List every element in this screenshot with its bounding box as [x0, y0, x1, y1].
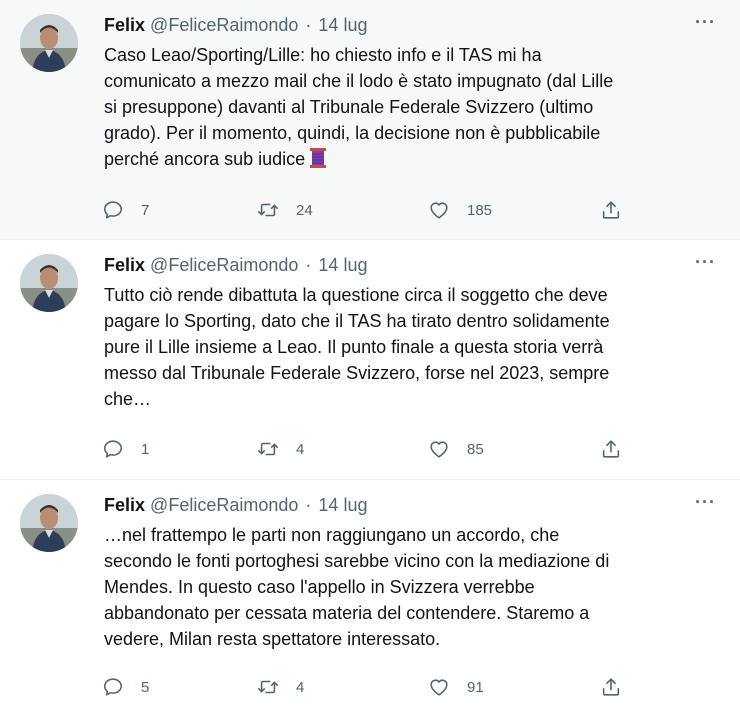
separator: ·	[305, 15, 312, 35]
author-handle[interactable]: @FeliceRaimondo	[150, 255, 298, 275]
heart-icon	[430, 441, 448, 458]
like-button[interactable]: 91	[428, 673, 484, 701]
like-count: 91	[467, 678, 484, 696]
tweet-text: Tutto ciò rende dibattuta la questione c…	[104, 285, 610, 409]
retweet-count: 4	[296, 678, 305, 696]
author-name[interactable]: Felix	[104, 255, 145, 275]
more-options-icon[interactable]: ···	[695, 12, 716, 33]
tweet-date[interactable]: 14 lug	[318, 495, 367, 515]
avatar[interactable]	[20, 14, 78, 72]
share-button[interactable]	[600, 673, 622, 701]
author-name[interactable]: Felix	[104, 15, 145, 35]
retweet-arrows-icon	[258, 680, 278, 694]
share-upload-icon	[602, 201, 620, 219]
speech-bubble-icon	[103, 201, 123, 219]
share-upload-icon	[602, 678, 620, 696]
speech-bubble-icon	[103, 440, 123, 458]
separator: ·	[305, 255, 312, 275]
heart-icon	[430, 202, 448, 219]
retweet-arrows-icon	[258, 442, 278, 456]
reply-button[interactable]: 1	[102, 435, 149, 463]
author-handle[interactable]: @FeliceRaimondo	[150, 15, 298, 35]
reply-count: 5	[141, 678, 150, 696]
tweet-header: Felix @FeliceRaimondo · 14 lug	[104, 253, 367, 277]
retweet-arrows-icon	[258, 203, 278, 217]
like-button[interactable]: 185	[428, 196, 492, 224]
retweet-count: 4	[296, 440, 305, 458]
retweet-button[interactable]: 4	[257, 435, 304, 463]
reply-count: 1	[141, 440, 150, 458]
speech-bubble-icon	[103, 678, 123, 696]
tweet-date[interactable]: 14 lug	[318, 15, 367, 35]
reply-button[interactable]: 7	[102, 196, 149, 224]
author-name[interactable]: Felix	[104, 495, 145, 515]
heart-icon	[430, 679, 448, 696]
share-button[interactable]	[600, 435, 622, 463]
tweet-actions: 7 24 185	[100, 196, 640, 224]
author-handle[interactable]: @FeliceRaimondo	[150, 495, 298, 515]
tweet-actions: 5 4 91	[100, 673, 640, 701]
tweet-header: Felix @FeliceRaimondo · 14 lug	[104, 13, 367, 37]
like-button[interactable]: 85	[428, 435, 484, 463]
share-upload-icon	[602, 440, 620, 458]
more-options-icon[interactable]: ···	[695, 252, 716, 273]
tweet[interactable]: Felix @FeliceRaimondo · 14 lug ··· Tutto…	[0, 240, 740, 480]
tweet[interactable]: Felix @FeliceRaimondo · 14 lug ··· Caso …	[0, 0, 740, 240]
retweet-button[interactable]: 4	[257, 673, 304, 701]
tweet-header: Felix @FeliceRaimondo · 14 lug	[104, 493, 367, 517]
like-count: 185	[467, 201, 493, 219]
retweet-button[interactable]: 24	[257, 196, 313, 224]
tweet-text: Caso Leao/Sporting/Lille: ho chiesto inf…	[104, 42, 716, 176]
like-count: 85	[467, 440, 484, 458]
tweet-date[interactable]: 14 lug	[318, 255, 367, 275]
avatar[interactable]	[20, 254, 78, 312]
reply-count: 7	[141, 201, 150, 219]
tweet-actions: 1 4 85	[100, 435, 640, 463]
thread-spool-icon	[309, 147, 327, 176]
tweet-text: …nel frattempo le parti non raggiungano …	[104, 525, 610, 649]
separator: ·	[305, 495, 312, 515]
more-options-icon[interactable]: ···	[695, 492, 716, 513]
tweet-text-content: Caso Leao/Sporting/Lille: ho chiesto inf…	[104, 45, 614, 169]
retweet-count: 24	[296, 201, 313, 219]
share-button[interactable]	[600, 196, 622, 224]
avatar[interactable]	[20, 494, 78, 552]
reply-button[interactable]: 5	[102, 673, 149, 701]
tweet[interactable]: Felix @FeliceRaimondo · 14 lug ··· …nel …	[0, 480, 740, 718]
